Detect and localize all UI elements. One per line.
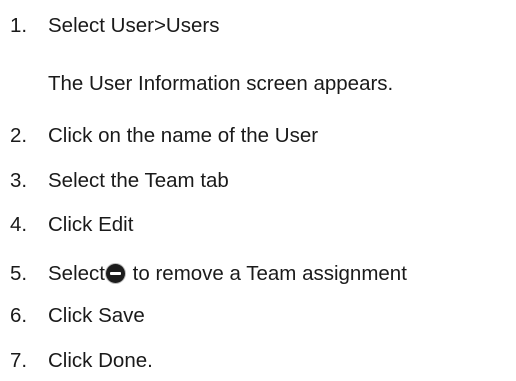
- step-number: 7.: [10, 349, 28, 372]
- step-text: Click Save: [48, 304, 145, 327]
- step-number: 6.: [10, 304, 28, 327]
- remove-circle-icon: [105, 264, 125, 283]
- step-number: 1.: [10, 14, 28, 37]
- step-text: Click on the name of the User: [48, 124, 319, 147]
- step-number: 3.: [10, 169, 28, 192]
- step-text-after-icon: to remove a Team assignment: [126, 262, 407, 285]
- step-text: Select the Team tab: [48, 169, 229, 192]
- step-text: Select User>Users: [48, 14, 220, 37]
- step-number: 4.: [10, 213, 28, 236]
- step-number: 5.: [10, 262, 28, 285]
- step-text-before-icon: Select: [48, 262, 105, 285]
- step-text: Click Done.: [48, 349, 153, 372]
- step-note-text: The User Information screen appears.: [48, 72, 394, 95]
- step-text: Click Edit: [48, 213, 134, 236]
- step-number: 2.: [10, 124, 28, 147]
- step-text: Select to remove a Team assignment: [48, 262, 407, 285]
